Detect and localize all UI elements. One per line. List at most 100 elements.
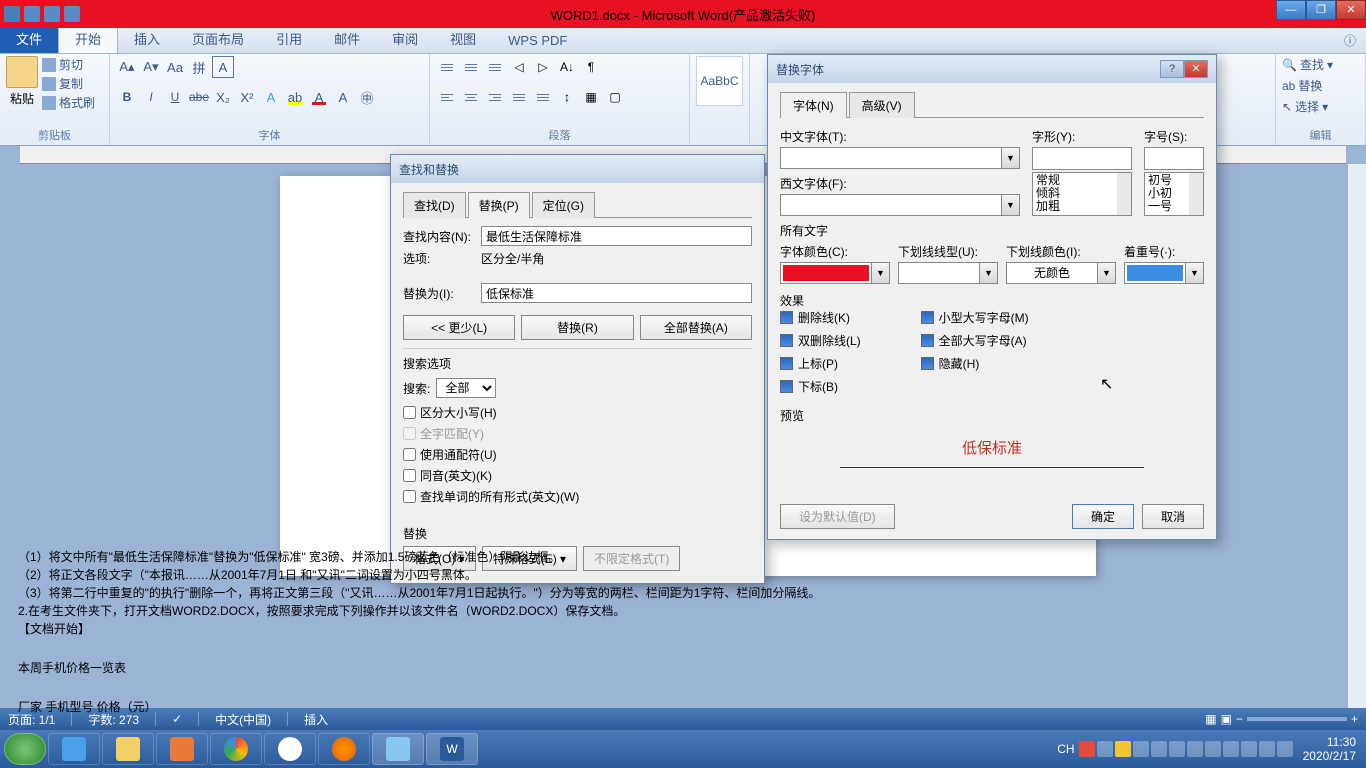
style-input[interactable] bbox=[1032, 147, 1132, 170]
start-button[interactable] bbox=[4, 733, 46, 765]
task-chrome[interactable] bbox=[210, 733, 262, 765]
tray-icon[interactable] bbox=[1133, 741, 1149, 757]
system-clock[interactable]: 11:30 2020/2/17 bbox=[1297, 735, 1362, 764]
rf-close-button[interactable]: ✕ bbox=[1184, 60, 1208, 78]
select-button[interactable]: ↖选择 ▾ bbox=[1282, 98, 1333, 115]
paste-icon[interactable] bbox=[6, 56, 38, 88]
chk-small-caps[interactable]: 小型大写字母(M) bbox=[921, 309, 1029, 326]
tab-mailings[interactable]: 邮件 bbox=[318, 24, 376, 53]
char-shading-icon[interactable]: A bbox=[332, 86, 354, 108]
phonetic-icon[interactable]: 拼 bbox=[188, 56, 210, 78]
tray-icon[interactable] bbox=[1097, 741, 1113, 757]
enclosed-char-icon[interactable]: ㊥ bbox=[356, 86, 378, 108]
less-button[interactable]: << 更少(L) bbox=[403, 315, 515, 340]
tab-insert[interactable]: 插入 bbox=[118, 24, 176, 53]
zoom-in-icon[interactable]: + bbox=[1351, 712, 1358, 726]
chk-hidden[interactable]: 隐藏(H) bbox=[921, 355, 1029, 372]
chk-double-strike[interactable]: 双删除线(L) bbox=[780, 332, 861, 349]
minimize-button[interactable]: — bbox=[1276, 0, 1306, 20]
help-icon[interactable]: ⓘ bbox=[1334, 28, 1366, 53]
change-case-icon[interactable]: Aa bbox=[164, 56, 186, 78]
sort-icon[interactable]: A↓ bbox=[556, 56, 578, 78]
zoom-slider[interactable] bbox=[1247, 717, 1347, 721]
font-color-combo[interactable]: ▼ bbox=[780, 262, 890, 284]
tray-icon[interactable] bbox=[1115, 741, 1131, 757]
qat-undo-icon[interactable] bbox=[44, 6, 60, 22]
task-word[interactable]: W bbox=[426, 733, 478, 765]
format-painter-button[interactable]: 格式刷 bbox=[42, 94, 95, 111]
align-center-icon[interactable] bbox=[460, 86, 482, 108]
subscript-button[interactable]: X₂ bbox=[212, 86, 234, 108]
find-what-input[interactable] bbox=[481, 226, 752, 246]
find-button[interactable]: 🔍查找 ▾ bbox=[1282, 56, 1333, 73]
task-notepad[interactable] bbox=[372, 733, 424, 765]
task-media[interactable] bbox=[156, 733, 208, 765]
task-ie[interactable] bbox=[48, 733, 100, 765]
align-distribute-icon[interactable] bbox=[532, 86, 554, 108]
tab-goto[interactable]: 定位(G) bbox=[532, 192, 595, 218]
style-normal[interactable]: AaBbC bbox=[696, 56, 743, 106]
copy-button[interactable]: 复制 bbox=[42, 75, 95, 92]
borders-icon[interactable]: ▢ bbox=[604, 86, 626, 108]
bold-button[interactable]: B bbox=[116, 86, 138, 108]
vertical-scrollbar[interactable] bbox=[1348, 164, 1366, 708]
tab-review[interactable]: 审阅 bbox=[376, 24, 434, 53]
line-spacing-icon[interactable]: ↕ bbox=[556, 86, 578, 108]
tray-icon[interactable] bbox=[1223, 741, 1239, 757]
chk-wildcards[interactable]: 使用通配符(U) bbox=[403, 446, 752, 463]
chk-superscript[interactable]: 上标(P) bbox=[780, 355, 861, 372]
multilevel-icon[interactable] bbox=[484, 56, 506, 78]
maximize-button[interactable]: ❐ bbox=[1306, 0, 1336, 20]
close-button[interactable]: ✕ bbox=[1336, 0, 1366, 20]
file-tab[interactable]: 文件 bbox=[0, 24, 58, 53]
chk-word-forms[interactable]: 查找单词的所有形式(英文)(W) bbox=[403, 488, 752, 505]
align-justify-icon[interactable] bbox=[508, 86, 530, 108]
text-effects-icon[interactable]: A bbox=[260, 86, 282, 108]
chk-match-case[interactable]: 区分大小写(H) bbox=[403, 404, 752, 421]
en-font-combo[interactable]: ▼ bbox=[780, 194, 1020, 216]
rf-help-button[interactable]: ? bbox=[1160, 60, 1184, 78]
tab-wpspdf[interactable]: WPS PDF bbox=[492, 28, 583, 53]
cn-font-combo[interactable]: ▼ bbox=[780, 147, 1020, 169]
tab-layout[interactable]: 页面布局 bbox=[176, 24, 260, 53]
tab-replace[interactable]: 替换(P) bbox=[468, 192, 530, 218]
rf-tab-font[interactable]: 字体(N) bbox=[780, 92, 847, 118]
chk-all-caps[interactable]: 全部大写字母(A) bbox=[921, 332, 1029, 349]
superscript-button[interactable]: X² bbox=[236, 86, 258, 108]
underline-button[interactable]: U bbox=[164, 86, 186, 108]
find-replace-title[interactable]: 查找和替换 bbox=[391, 155, 764, 183]
task-app5[interactable] bbox=[264, 733, 316, 765]
replace-one-button[interactable]: 替换(R) bbox=[521, 315, 633, 340]
tab-view[interactable]: 视图 bbox=[434, 24, 492, 53]
underline-style-combo[interactable]: ▼ bbox=[898, 262, 998, 284]
tray-icon[interactable] bbox=[1259, 741, 1275, 757]
bullets-icon[interactable] bbox=[436, 56, 458, 78]
tray-icon[interactable] bbox=[1169, 741, 1185, 757]
qat-save-icon[interactable] bbox=[24, 6, 40, 22]
task-explorer[interactable] bbox=[102, 733, 154, 765]
replace-all-button[interactable]: 全部替换(A) bbox=[640, 315, 752, 340]
tray-icon[interactable] bbox=[1079, 741, 1095, 757]
chk-sounds-like[interactable]: 同音(英文)(K) bbox=[403, 467, 752, 484]
chk-subscript[interactable]: 下标(B) bbox=[780, 378, 861, 395]
rf-tab-advanced[interactable]: 高级(V) bbox=[849, 92, 915, 118]
qat-redo-icon[interactable] bbox=[64, 6, 80, 22]
style-list[interactable]: 常规 倾斜 加粗 bbox=[1032, 172, 1132, 216]
replace-with-input[interactable] bbox=[481, 283, 752, 303]
tray-icon[interactable] bbox=[1151, 741, 1167, 757]
underline-color-combo[interactable]: 无颜色▼ bbox=[1006, 262, 1116, 284]
replace-button[interactable]: ab替换 bbox=[1282, 77, 1333, 94]
align-right-icon[interactable] bbox=[484, 86, 506, 108]
ime-indicator[interactable]: CH bbox=[1057, 742, 1074, 756]
indent-dec-icon[interactable]: ◁ bbox=[508, 56, 530, 78]
font-grow-icon[interactable]: A▴ bbox=[116, 56, 138, 78]
cut-button[interactable]: 剪切 bbox=[42, 56, 95, 73]
font-shrink-icon[interactable]: A▾ bbox=[140, 56, 162, 78]
emphasis-combo[interactable]: ▼ bbox=[1124, 262, 1204, 284]
tray-icon[interactable] bbox=[1187, 741, 1203, 757]
align-left-icon[interactable] bbox=[436, 86, 458, 108]
tray-volume-icon[interactable] bbox=[1277, 741, 1293, 757]
indent-inc-icon[interactable]: ▷ bbox=[532, 56, 554, 78]
tab-find[interactable]: 查找(D) bbox=[403, 192, 466, 218]
italic-button[interactable]: I bbox=[140, 86, 162, 108]
